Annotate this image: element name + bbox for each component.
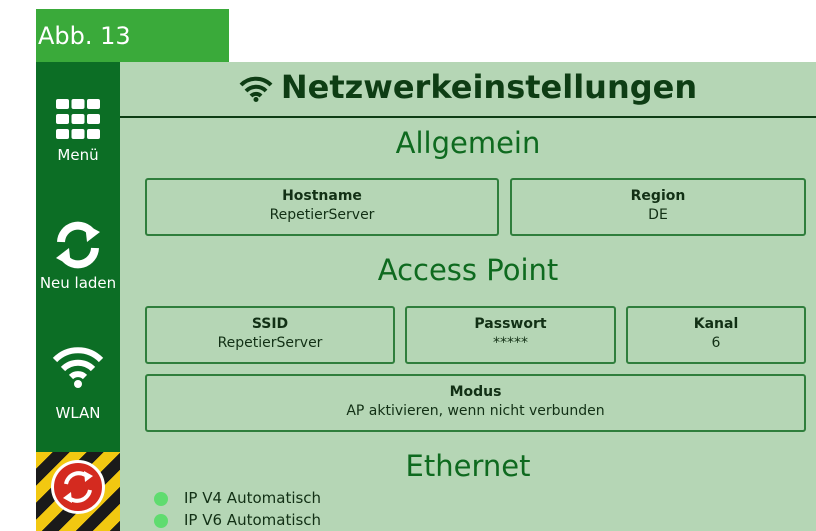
- wlan-button[interactable]: WLAN: [36, 346, 120, 422]
- mode-label: Modus: [449, 384, 502, 400]
- wifi-icon: [239, 76, 273, 102]
- region-field[interactable]: Region DE: [510, 178, 806, 236]
- device-screen: Menü Neu laden WLAN Netzwerkeinstellunge…: [36, 62, 816, 531]
- ssid-label: SSID: [251, 316, 289, 332]
- mode-value: AP aktivieren, wenn nicht verbunden: [346, 403, 605, 419]
- ssid-field[interactable]: SSID RepetierServer: [145, 306, 395, 364]
- channel-value: 6: [711, 335, 721, 351]
- wifi-icon: [52, 347, 104, 388]
- refresh-icon: [56, 221, 100, 269]
- section-general-heading: Allgemein: [395, 126, 541, 160]
- hostname-field[interactable]: Hostname RepetierServer: [145, 178, 499, 236]
- section-ethernet-heading: Ethernet: [405, 449, 531, 483]
- channel-field[interactable]: Kanal 6: [626, 306, 806, 364]
- grid-menu-icon: [56, 99, 100, 139]
- hostname-value: RepetierServer: [269, 207, 375, 223]
- password-field[interactable]: Passwort *****: [405, 306, 616, 364]
- wlan-label: WLAN: [55, 404, 101, 422]
- emergency-stop-icon: [51, 460, 105, 514]
- region-label: Region: [630, 188, 686, 204]
- password-label: Passwort: [474, 316, 547, 332]
- password-value: *****: [493, 335, 528, 351]
- reload-button[interactable]: Neu laden: [36, 220, 120, 292]
- page-title-text: Netzwerkeinstellungen: [280, 68, 698, 106]
- network-settings-panel: Netzwerkeinstellungen Allgemein Hostname…: [120, 62, 816, 531]
- channel-label: Kanal: [693, 316, 739, 332]
- status-dot-icon: [154, 491, 168, 506]
- sidebar: Menü Neu laden WLAN: [36, 62, 120, 531]
- section-access-point-heading: Access Point: [377, 253, 559, 287]
- reload-label: Neu laden: [39, 274, 117, 292]
- page-title: Netzwerkeinstellungen: [120, 68, 816, 106]
- emergency-stop-button[interactable]: [36, 452, 120, 531]
- mode-field[interactable]: Modus AP aktivieren, wenn nicht verbunde…: [145, 374, 806, 432]
- status-dot-icon: [154, 513, 168, 528]
- title-divider: [120, 116, 816, 118]
- ipv4-label: IP V4 Automatisch: [184, 489, 322, 507]
- menu-button[interactable]: Menü: [36, 96, 120, 164]
- ipv6-label: IP V6 Automatisch: [184, 511, 322, 529]
- menu-label: Menü: [57, 146, 99, 164]
- ipv6-status: IP V6 Automatisch: [154, 511, 321, 529]
- hostname-label: Hostname: [282, 188, 362, 204]
- ipv4-status: IP V4 Automatisch: [154, 489, 321, 507]
- region-value: DE: [648, 207, 668, 223]
- ssid-value: RepetierServer: [217, 335, 323, 351]
